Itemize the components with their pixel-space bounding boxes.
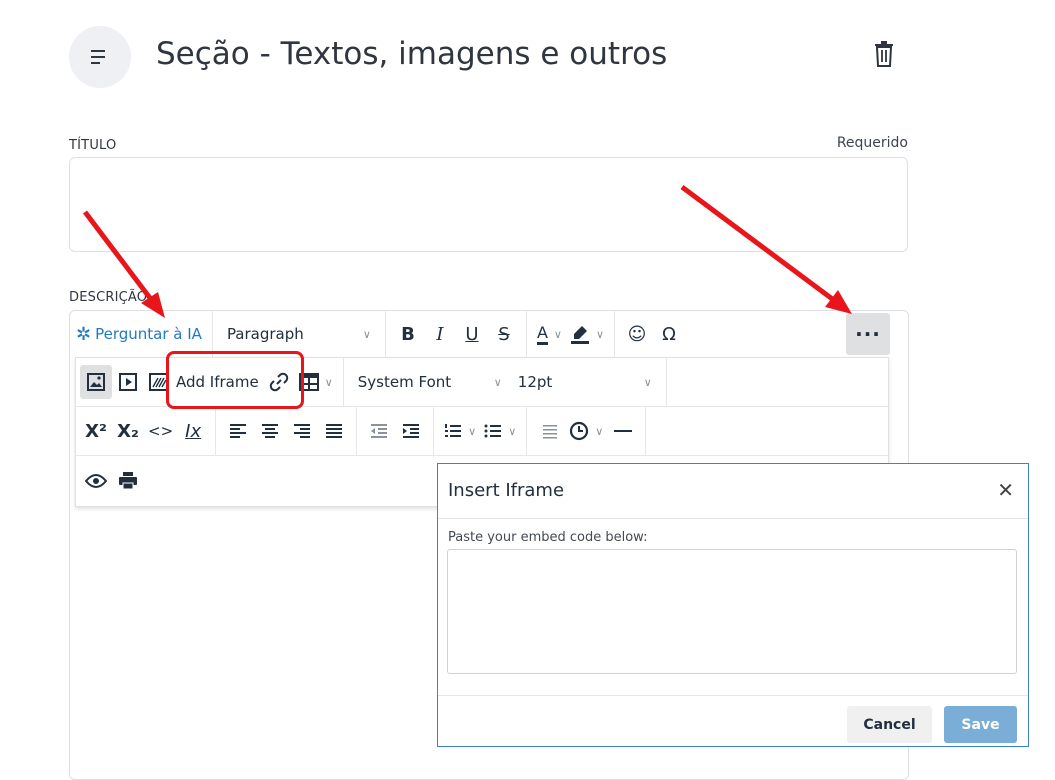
bullet-list-button[interactable]: ∨	[480, 414, 520, 448]
emoticon-button[interactable]: ☺	[621, 317, 653, 351]
align-justify-icon	[326, 424, 343, 438]
superscript-button[interactable]: X²	[80, 414, 112, 448]
highlight-box-annotation	[166, 351, 304, 409]
print-button[interactable]	[112, 464, 144, 498]
chevron-down-icon: ∨	[362, 327, 371, 341]
highlight-color-button[interactable]: ∨	[566, 317, 608, 351]
outdent-icon	[371, 424, 388, 438]
subscript-button[interactable]: X₂	[112, 414, 144, 448]
menu-icon	[91, 50, 105, 64]
required-indicator: Requerido	[836, 135, 908, 151]
insert-image-button[interactable]	[80, 365, 112, 399]
clear-format-button[interactable]: Ix	[177, 414, 209, 448]
preview-button[interactable]	[80, 464, 112, 498]
code-button[interactable]: <>	[144, 414, 177, 448]
save-button[interactable]: Save	[944, 706, 1017, 743]
underline-button[interactable]: U	[456, 317, 488, 351]
horizontal-line-icon	[614, 430, 633, 432]
insert-media-button[interactable]	[112, 365, 144, 399]
align-left-icon	[230, 424, 247, 438]
text-color-label: A	[536, 323, 548, 345]
font-size-value: 12pt	[517, 373, 553, 391]
special-char-button[interactable]: Ω	[653, 317, 685, 351]
line-height-button[interactable]	[533, 414, 565, 448]
font-family-select[interactable]: System Font ∨	[350, 365, 510, 399]
close-icon[interactable]: ✕	[997, 478, 1014, 502]
highlighter-icon	[570, 326, 589, 344]
italic-button[interactable]: I	[424, 317, 456, 351]
description-field-label: DESCRIÇÃO	[69, 290, 148, 305]
cancel-button[interactable]: Cancel	[847, 706, 932, 743]
align-justify-button[interactable]	[318, 414, 350, 448]
align-left-button[interactable]	[222, 414, 254, 448]
dialog-footer-divider	[438, 695, 1028, 696]
print-icon	[119, 471, 137, 489]
title-input[interactable]	[69, 157, 908, 252]
insert-iframe-dialog: Insert Iframe ✕ Paste your embed code be…	[437, 463, 1029, 747]
block-format-select[interactable]: Paragraph ∨	[219, 317, 379, 351]
clock-icon	[570, 421, 589, 441]
ask-ai-button[interactable]: ✲ Perguntar à IA	[72, 317, 206, 351]
menu-button[interactable]	[69, 26, 131, 88]
ai-asterisk-icon: ✲	[76, 323, 92, 345]
dialog-divider	[438, 518, 1028, 519]
trash-icon[interactable]	[873, 41, 895, 67]
text-color-button[interactable]: A ∨	[533, 317, 566, 351]
chevron-down-icon: ∨	[553, 327, 562, 341]
outdent-button[interactable]	[363, 414, 395, 448]
chevron-down-icon: ∨	[493, 375, 502, 389]
dialog-title: Insert Iframe	[448, 480, 565, 501]
font-family-value: System Font	[357, 373, 452, 391]
chevron-down-icon: ∨	[468, 424, 477, 438]
align-right-button[interactable]	[286, 414, 318, 448]
align-right-icon	[294, 424, 311, 438]
title-field-label: TÍTULO	[69, 138, 117, 153]
more-toolbar-button[interactable]: ···	[846, 313, 890, 355]
line-height-icon	[543, 425, 558, 439]
numbered-list-icon	[445, 424, 462, 437]
indent-icon	[403, 424, 420, 438]
align-center-button[interactable]	[254, 414, 286, 448]
numbered-list-button[interactable]: ∨	[440, 414, 480, 448]
horizontal-line-button[interactable]	[607, 414, 639, 448]
align-center-icon	[262, 424, 279, 438]
media-icon	[119, 373, 137, 391]
font-size-select[interactable]: 12pt ∨	[510, 365, 660, 399]
strikethrough-button[interactable]: S	[488, 317, 520, 351]
bullet-list-icon	[484, 424, 502, 438]
chevron-down-icon: ∨	[595, 327, 605, 341]
chevron-down-icon: ∨	[643, 375, 652, 389]
chevron-down-icon: ∨	[595, 424, 604, 438]
chevron-down-icon: ∨	[324, 375, 333, 389]
insert-datetime-button[interactable]: ∨	[565, 414, 607, 448]
bold-button[interactable]: B	[392, 317, 424, 351]
block-format-value: Paragraph	[226, 325, 304, 343]
image-icon	[87, 373, 105, 391]
embed-code-textarea[interactable]	[447, 549, 1017, 674]
indent-button[interactable]	[395, 414, 427, 448]
emoticon-icon: ☺	[627, 323, 647, 345]
page-title: Seção - Textos, imagens e outros	[156, 36, 668, 72]
preview-icon	[85, 473, 107, 488]
ask-ai-label: Perguntar à IA	[95, 325, 202, 343]
embed-code-label: Paste your embed code below:	[448, 530, 648, 545]
chevron-down-icon: ∨	[508, 424, 517, 438]
